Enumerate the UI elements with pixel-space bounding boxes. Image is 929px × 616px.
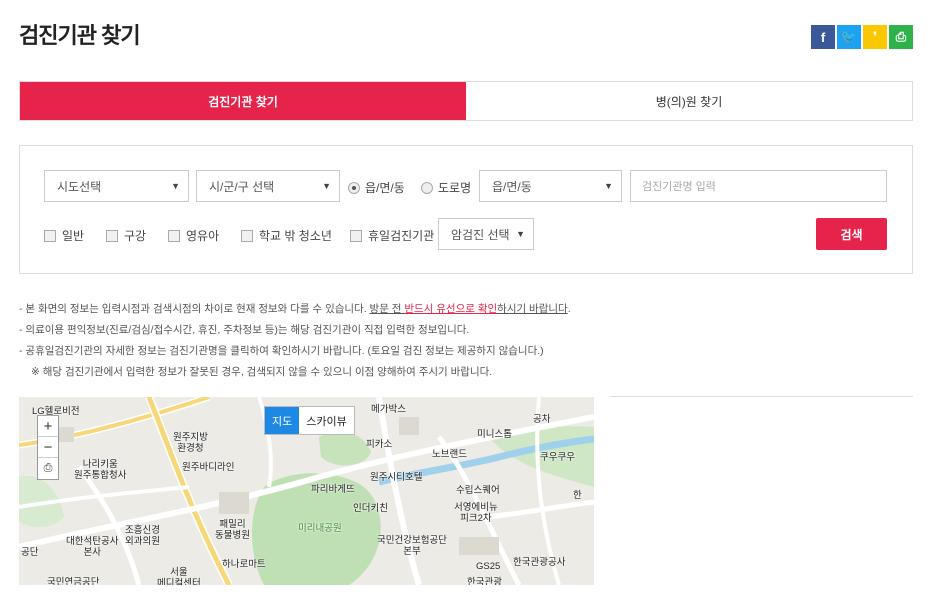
radio-eup-label: 읍/면/동: [365, 181, 405, 195]
map-label: GS25: [476, 561, 501, 572]
map-label: 국민연금공단: [47, 577, 100, 585]
zoom-in-button[interactable]: +: [38, 416, 58, 437]
notice-highlight: 반드시 유선으로 확인: [404, 303, 498, 315]
checkbox-icon: [350, 229, 362, 242]
radio-road[interactable]: 도로명: [421, 179, 471, 196]
cancer-select[interactable]: 암검진 선택 ▼: [438, 218, 534, 250]
check-infant[interactable]: 영유아: [168, 227, 219, 244]
check-general-label: 일반: [62, 229, 85, 243]
page-title: 검진기관 찾기: [19, 23, 141, 48]
map-label: 나리키움 원주통합청사: [74, 459, 127, 481]
notice-item: ※ 해당 검진기관에서 입력한 정보가 잘못된 경우, 검색되지 않을 수 있으…: [31, 366, 493, 378]
institution-name-input[interactable]: 검진기관명 입력: [630, 170, 887, 202]
checkbox-icon: [106, 229, 118, 242]
map-label: 조흥신경 외과의원: [125, 525, 160, 547]
search-button[interactable]: 검색: [816, 218, 887, 250]
map-label: 원주지방 환경청: [173, 432, 208, 454]
sido-select-value: 시도선택: [57, 179, 102, 194]
chevron-down-icon: ▼: [516, 229, 525, 239]
check-youth[interactable]: 학교 밖 청소년: [241, 227, 332, 244]
map-label: 피카소: [366, 439, 393, 450]
tab-bar: 검진기관 찾기 병(의)원 찾기: [19, 81, 913, 121]
notice-text: .: [567, 303, 571, 315]
map-label: 수립스퀘어: [456, 485, 500, 496]
tab-find-checkup[interactable]: 검진기관 찾기: [20, 82, 466, 120]
sigungu-select[interactable]: 시/군/구 선택 ▼: [196, 170, 340, 202]
map-label: 서울 메디컬센터: [157, 567, 201, 585]
print-icon[interactable]: ⎙: [889, 25, 913, 49]
notice-item: - 공휴일검진기관의 자세한 정보는 검진기관명을 클릭하여 확인하시기 바랍니…: [19, 345, 544, 357]
tab-find-hospital[interactable]: 병(의)원 찾기: [466, 82, 912, 120]
notice-item: - 의료이용 편익정보(진료/검심/접수시간, 휴진, 주차정보 등)는 해당 …: [19, 324, 470, 336]
map-label: 한국관광공사: [513, 557, 566, 568]
map-label: 인더키친: [353, 503, 388, 514]
notice-text: 방문 전: [369, 303, 405, 315]
checkbox-icon: [44, 229, 56, 242]
chevron-down-icon: ▼: [604, 181, 613, 191]
map-label: 메가박스: [371, 404, 406, 415]
map-label: 공단: [21, 547, 39, 558]
share-buttons: f 🐦 ❜ ⎙: [811, 25, 913, 49]
kakaostory-icon[interactable]: ❜: [863, 25, 887, 49]
map-label: 국민건강보험공단 본부: [377, 535, 447, 557]
check-oral-label: 구강: [124, 229, 147, 243]
radio-unchecked-icon: [421, 181, 433, 194]
search-panel: 시도선택 ▼ 시/군/구 선택 ▼ 읍/면/동 도로명 읍/면/동 ▼ 검진기관…: [19, 145, 913, 274]
zoom-out-button[interactable]: −: [38, 437, 58, 458]
map-label: 패밀리 동물병원: [215, 519, 250, 541]
chevron-down-icon: ▼: [171, 181, 180, 191]
map-zoom-control: + − ⎙: [37, 415, 59, 480]
notice-text: - 본 화면의 정보는 입력시점과 검색시점의 차이로 현재 정보와 다를 수 …: [19, 303, 370, 315]
map-label: 하나로마트: [222, 559, 266, 570]
map-label: 파리바게뜨: [311, 484, 355, 495]
map-label: 쿠우쿠우: [540, 452, 575, 463]
map-label: 미리내공원: [298, 523, 342, 534]
twitter-icon[interactable]: 🐦: [837, 25, 861, 49]
notice-list: - 본 화면의 정보는 입력시점과 검색시점의 차이로 현재 정보와 다를 수 …: [19, 299, 571, 383]
eup-select-value: 읍/면/동: [492, 179, 532, 194]
radio-road-label: 도로명: [438, 181, 472, 195]
map-label: 한국관광: [467, 577, 502, 585]
map-label: 원주바디라인: [182, 462, 235, 473]
check-holiday-label: 휴일검진기관: [368, 229, 435, 243]
map-label: 원주시티호텔: [370, 472, 423, 483]
map-label: 공차: [533, 414, 551, 425]
map-label: LG헬로비전: [32, 406, 80, 417]
check-youth-label: 학교 밖 청소년: [259, 229, 332, 243]
check-oral[interactable]: 구강: [106, 227, 146, 244]
map-label: 한: [573, 490, 582, 501]
checkbox-icon: [168, 229, 180, 242]
cancer-select-value: 암검진 선택: [451, 227, 510, 242]
map-label: 미니스톱: [477, 429, 512, 440]
map-type-toggle: 지도 스카이뷰: [264, 406, 355, 435]
facebook-icon[interactable]: f: [811, 25, 835, 49]
checkbox-icon: [241, 229, 253, 242]
map-type-normal[interactable]: 지도: [265, 407, 300, 434]
map-type-skyview[interactable]: 스카이뷰: [299, 407, 353, 434]
chevron-down-icon: ▼: [322, 181, 331, 191]
notice-text: 하시기 바랍니다: [497, 303, 568, 315]
map-view[interactable]: + − ⎙ 지도 스카이뷰 LG헬로비전 메가박스 공차 미니스톱 원주지방 환…: [19, 397, 594, 585]
check-general[interactable]: 일반: [44, 227, 84, 244]
map-label: 노브랜드: [432, 449, 467, 460]
check-holiday[interactable]: 휴일검진기관: [350, 227, 434, 244]
notice-item: - 본 화면의 정보는 입력시점과 검색시점의 차이로 현재 정보와 다를 수 …: [19, 299, 571, 320]
check-infant-label: 영유아: [186, 229, 220, 243]
sigungu-select-value: 시/군/구 선택: [209, 179, 275, 194]
sido-select[interactable]: 시도선택 ▼: [44, 170, 189, 202]
map-label: 대한석탄공사 본사: [66, 536, 119, 558]
divider: [610, 396, 913, 397]
radio-checked-icon: [348, 181, 360, 194]
map-print-button[interactable]: ⎙: [38, 458, 58, 479]
radio-eup[interactable]: 읍/면/동: [348, 179, 405, 196]
eup-select[interactable]: 읍/면/동 ▼: [479, 170, 622, 202]
map-label: 서영에비뉴 피크2차: [454, 502, 498, 524]
